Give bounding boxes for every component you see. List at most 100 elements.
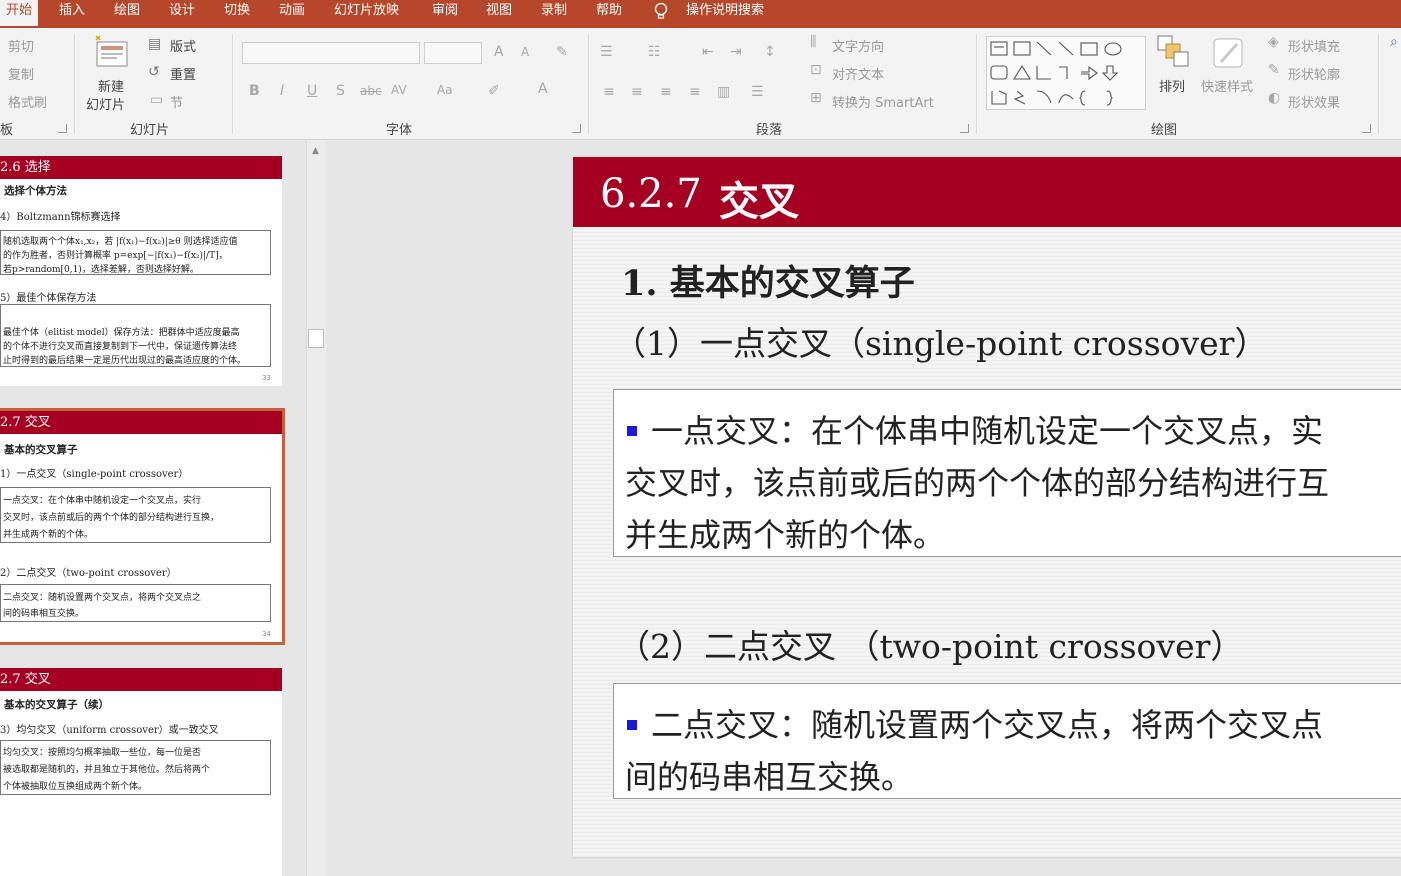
- line-spacing-icon[interactable]: ↕: [764, 44, 776, 60]
- font-group-label: 字体: [386, 123, 413, 138]
- arrange-button[interactable]: 排列: [1159, 76, 1185, 95]
- shadow-button[interactable]: S: [336, 83, 345, 99]
- quick-styles-icon: [1213, 38, 1243, 68]
- thumbnail-box: 均匀交叉：按照均匀概率抽取一些位，每一位是否 被选取都是随机的，并且独立于其他位…: [0, 740, 271, 795]
- bullets-icon[interactable]: ☰: [600, 44, 613, 60]
- increase-indent-icon[interactable]: ⇥: [730, 44, 742, 60]
- columns-icon[interactable]: ▥: [717, 84, 730, 100]
- distribute-icon[interactable]: ☰: [751, 84, 764, 100]
- shape-outline-button[interactable]: 形状轮廓: [1288, 64, 1340, 83]
- thumbnail-title: 2.7 交叉: [0, 668, 282, 691]
- strikethrough-button[interactable]: abc: [360, 84, 382, 98]
- align-text-button[interactable]: 对齐文本: [832, 64, 884, 83]
- format-painter-button[interactable]: 格式刷: [8, 92, 47, 111]
- slide-thumbnail-selected[interactable]: 2.7 交叉 基本的交叉算子 1）一点交叉（single-point cross…: [0, 408, 285, 645]
- shape-effects-icon: ◐: [1268, 90, 1281, 106]
- content-box-2[interactable]: 二点交叉：随机设置两个交叉点，将两个交叉点 间的码串相互交换。: [613, 683, 1401, 799]
- scroll-up-arrow-icon[interactable]: ▲: [307, 143, 324, 159]
- smartart-button[interactable]: 转换为 SmartArt: [832, 92, 934, 111]
- thumbnail-box-line: 随机选取两个个体x₁,x₂，若 |f(x₁)−f(x₂)|≥θ 则选择适应值: [3, 237, 238, 247]
- thumbnail-scrollbar[interactable]: [306, 140, 326, 876]
- content-box-1[interactable]: 一点交叉：在个体串中随机设定一个交叉点，实 交叉时，该点前或后的两个个体的部分结…: [613, 389, 1401, 557]
- text-direction-button[interactable]: 文字方向: [832, 36, 884, 55]
- thumbnail-box: 随机选取两个个体x₁,x₂，若 |f(x₁)−f(x₂)|≥θ 则选择适应值 的…: [0, 230, 271, 275]
- clear-format-icon[interactable]: ✎: [556, 44, 568, 60]
- slide-thumbnail[interactable]: 2.7 交叉 基本的交叉算子（续） 3）均匀交叉（uniform crossov…: [0, 668, 282, 876]
- justify-icon[interactable]: ≡: [689, 84, 701, 100]
- underline-button[interactable]: U: [307, 83, 317, 99]
- align-left-icon[interactable]: ≡: [603, 84, 615, 100]
- numbering-icon[interactable]: ☷: [648, 44, 661, 60]
- section-button[interactable]: 节: [170, 92, 183, 111]
- slide-subheading-1[interactable]: （1）一点交叉（single-point crossover）: [613, 317, 1267, 365]
- tab-animations[interactable]: 动画: [279, 0, 305, 28]
- find-icon[interactable]: ⌕: [1390, 34, 1398, 50]
- cut-button[interactable]: 剪切: [8, 36, 34, 55]
- ribbon: 剪切 复制 格式刷 板 新建 幻灯片 ▤ 版式 ↺ 重置 ▭ 节 幻灯片 A A…: [0, 28, 1401, 140]
- tab-review[interactable]: 审阅: [432, 0, 458, 28]
- tab-design[interactable]: 设计: [169, 0, 195, 28]
- tab-view[interactable]: 视图: [486, 0, 512, 28]
- current-slide[interactable]: 6.2.7 交叉 1. 基本的交叉算子 （1）一点交叉（single-point…: [573, 157, 1401, 857]
- tab-record[interactable]: 录制: [541, 0, 567, 28]
- shrink-font-button[interactable]: A: [521, 45, 529, 59]
- layout-icon: ▤: [148, 36, 162, 52]
- thumbnail-box-line: 一点交叉：在个体串中随机设定一个交叉点，实行: [3, 496, 202, 506]
- slide-heading[interactable]: 1. 基本的交叉算子: [621, 255, 915, 306]
- tab-transitions[interactable]: 切换: [224, 0, 250, 28]
- shape-effects-button[interactable]: 形状效果: [1288, 92, 1340, 111]
- paragraph-launcher[interactable]: [960, 124, 969, 133]
- arrange-icon: [1157, 35, 1189, 67]
- clipboard-launcher[interactable]: [58, 124, 67, 133]
- align-right-icon[interactable]: ≡: [660, 84, 672, 100]
- separator: [232, 34, 233, 134]
- grow-font-button[interactable]: A: [494, 44, 504, 60]
- font-size-combo[interactable]: [424, 42, 482, 64]
- thumbnail-box-line: 最佳个体（elitist model）保存方法：把群体中适应度最高: [3, 328, 240, 338]
- italic-button[interactable]: I: [280, 83, 284, 99]
- reset-button[interactable]: 重置: [170, 64, 196, 83]
- thumbnail-text: 1）一点交叉（single-point crossover）: [0, 469, 189, 480]
- clipboard-group-label: 板: [0, 123, 14, 138]
- lightbulb-icon: [654, 2, 668, 19]
- decrease-indent-icon[interactable]: ⇤: [702, 44, 714, 60]
- shapes-gallery[interactable]: [986, 36, 1146, 110]
- align-center-icon[interactable]: ≡: [631, 84, 643, 100]
- font-launcher[interactable]: [572, 124, 581, 133]
- new-slide-icon: [95, 35, 128, 67]
- tab-draw[interactable]: 绘图: [114, 0, 140, 28]
- highlight-icon[interactable]: ✐: [488, 83, 500, 99]
- tell-me-search[interactable]: 操作说明搜索: [686, 0, 764, 28]
- font-color-button[interactable]: A: [538, 81, 548, 97]
- layout-button[interactable]: 版式: [170, 36, 196, 55]
- content-line-text: 二点交叉：随机设置两个交叉点，将两个交叉点: [651, 706, 1324, 744]
- scrollbar-thumb[interactable]: [308, 329, 324, 348]
- bold-button[interactable]: B: [249, 83, 260, 99]
- paragraph-group-label: 段落: [756, 123, 783, 138]
- new-slide-label-2[interactable]: 幻灯片: [86, 94, 125, 113]
- tab-help[interactable]: 帮助: [596, 0, 622, 28]
- thumbnail-box-line: 并生成两个新的个体。: [3, 530, 94, 540]
- tab-home[interactable]: 开始: [0, 0, 39, 26]
- shape-fill-button[interactable]: 形状填充: [1288, 36, 1340, 55]
- section-icon: ▭: [150, 92, 164, 108]
- char-spacing-button[interactable]: AV: [391, 83, 407, 97]
- thumbnail-box-line: 被选取都是随机的，并且独立于其他位。然后将两个: [3, 765, 211, 775]
- drawing-launcher[interactable]: [1362, 124, 1371, 133]
- quick-styles-button[interactable]: 快速样式: [1201, 76, 1253, 95]
- slide-title[interactable]: 交叉: [719, 169, 799, 227]
- new-slide-label-1[interactable]: 新建: [98, 76, 124, 95]
- thumbnail-title: 2.7 交叉: [0, 411, 282, 434]
- slide-subheading-2[interactable]: （2）二点交叉 （two-point crossover）: [617, 620, 1243, 668]
- tab-insert[interactable]: 插入: [59, 0, 85, 28]
- content-line: 二点交叉：随机设置两个交叉点，将两个交叉点: [625, 700, 1323, 746]
- thumbnail-title: 2.6 选择: [0, 156, 282, 179]
- copy-button[interactable]: 复制: [8, 64, 34, 83]
- slide-thumbnail[interactable]: 2.6 选择 选择个体方法 4）Boltzmann锦标赛选择 随机选取两个个体x…: [0, 156, 282, 386]
- font-name-combo[interactable]: [242, 42, 420, 64]
- content-line: 并生成两个新的个体。: [625, 516, 946, 554]
- reset-icon: ↺: [148, 64, 160, 80]
- tab-slideshow[interactable]: 幻灯片放映: [334, 0, 399, 28]
- change-case-button[interactable]: Aa: [437, 83, 453, 97]
- thumbnail-box-line: 个体被抽取位互换组成两个新个体。: [3, 782, 148, 792]
